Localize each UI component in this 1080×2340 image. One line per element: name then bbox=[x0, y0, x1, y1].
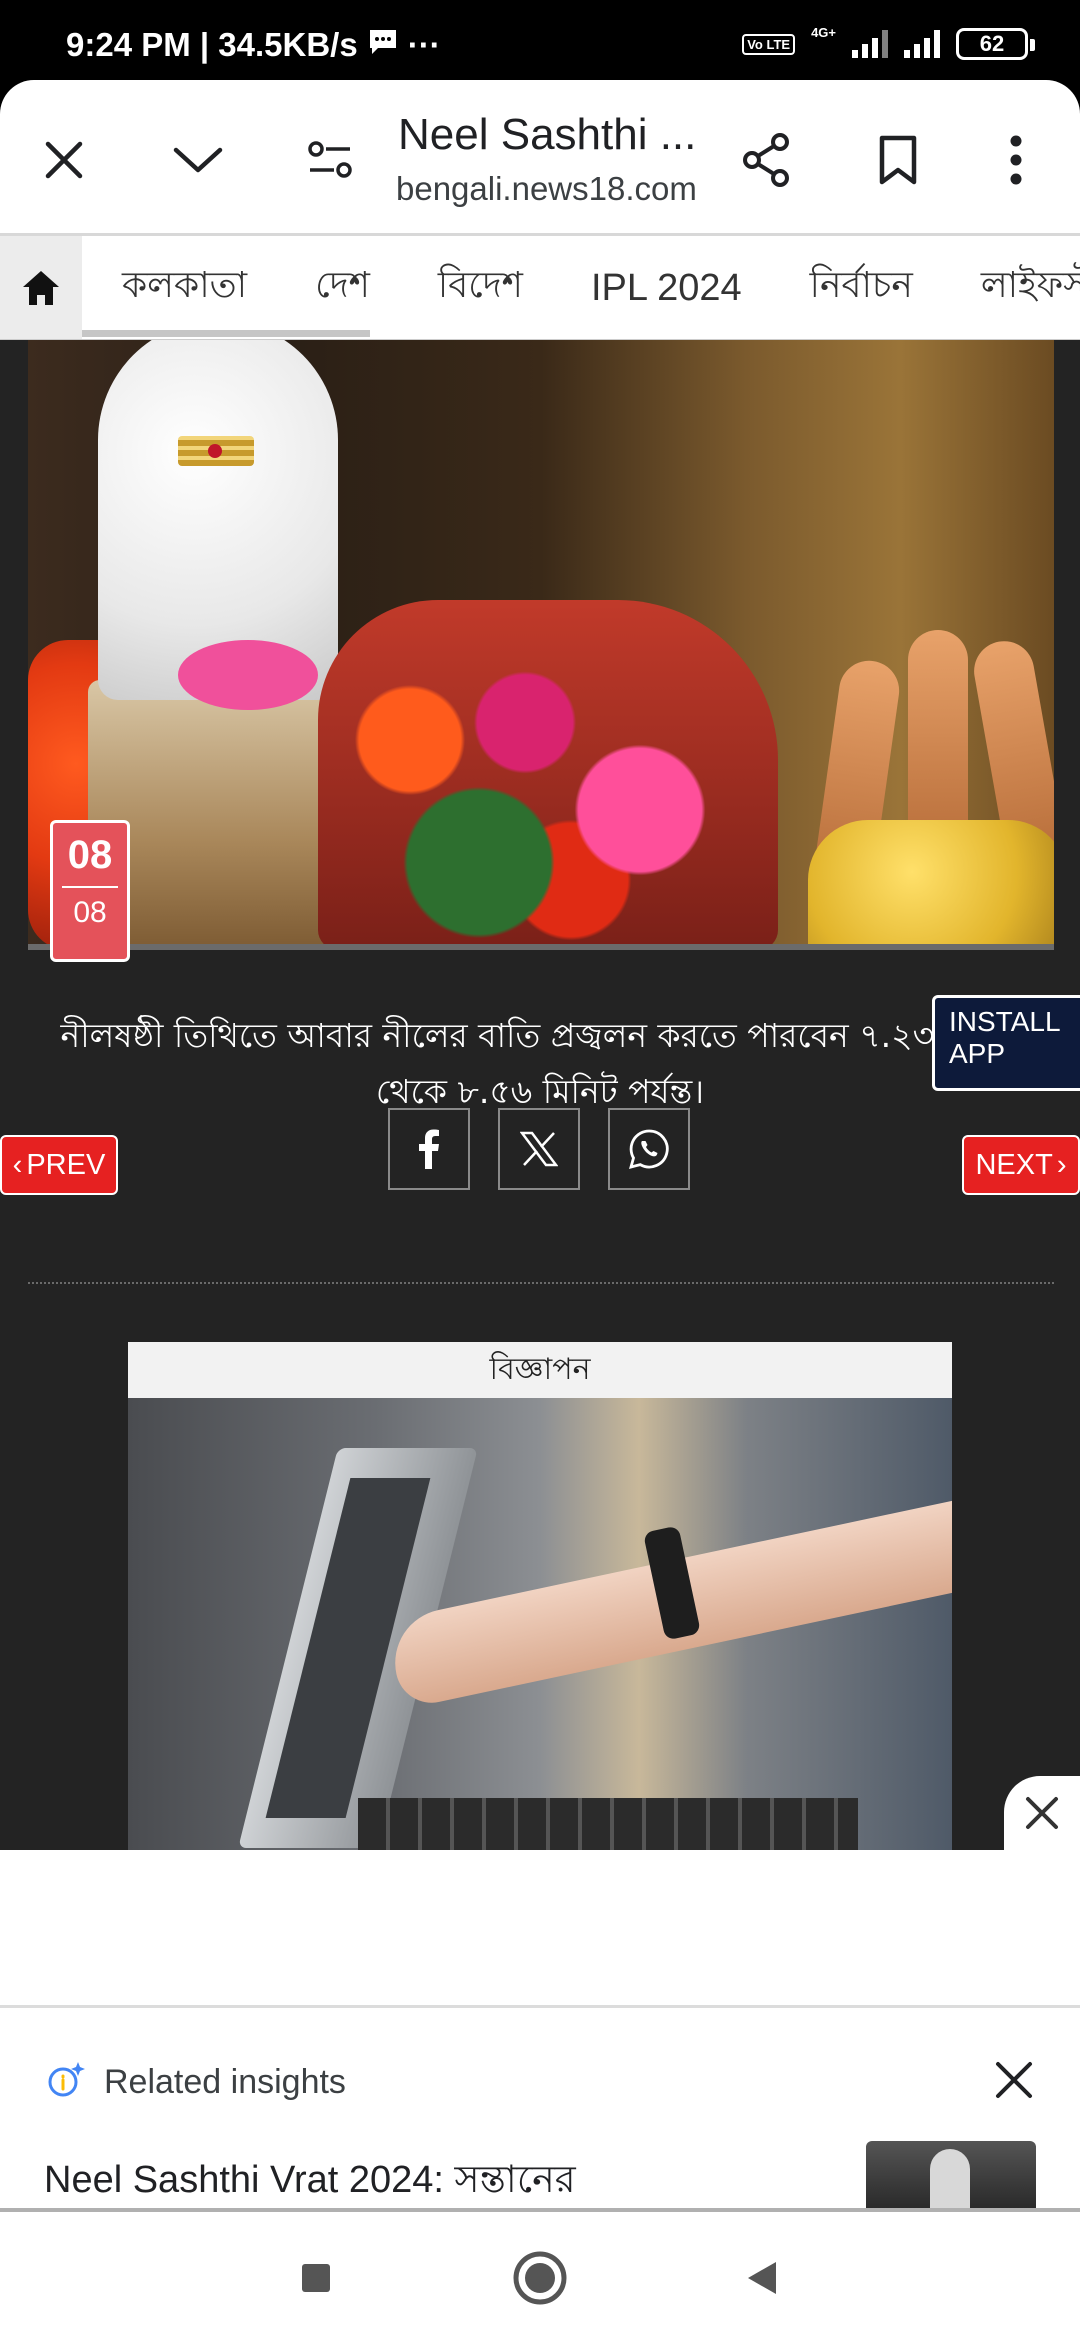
volte-icon: Vo LTE bbox=[742, 33, 796, 55]
next-button[interactable]: NEXT › bbox=[962, 1135, 1080, 1195]
signal-icon-sim2 bbox=[904, 30, 940, 58]
date-month: 08 bbox=[73, 896, 107, 929]
date-badge: 08 08 bbox=[50, 820, 130, 962]
back-icon[interactable] bbox=[732, 2248, 792, 2308]
home-nav-icon[interactable] bbox=[510, 2248, 570, 2308]
nav-item-ipl[interactable]: IPL 2024 bbox=[591, 267, 742, 310]
gallery-progress bbox=[28, 944, 1054, 950]
nav-items: কলকাতা দেশ বিদেশ IPL 2024 নির্বাচন লাইফস… bbox=[122, 236, 1080, 339]
ad-close-icon[interactable] bbox=[1004, 1776, 1080, 1850]
x-twitter-icon[interactable] bbox=[498, 1108, 580, 1190]
close-icon[interactable] bbox=[28, 124, 100, 196]
status-right: Vo LTE 4G+ 62 bbox=[742, 24, 1035, 60]
chevron-down-icon[interactable] bbox=[162, 124, 234, 196]
image-caption: নীলষষ্ঠী তিথিতে আবার নীলের বাতি প্রজ্বলন… bbox=[60, 1016, 1020, 1111]
status-time-speed: 9:24 PM | 34.5KB/s bbox=[66, 26, 358, 63]
facebook-icon[interactable] bbox=[388, 1108, 470, 1190]
insight-headline[interactable]: Neel Sashthi Vrat 2024: সন্তানের bbox=[44, 2150, 576, 2214]
status-left: 9:24 PM | 34.5KB/s ··· bbox=[66, 26, 441, 64]
ad-label: বিজ্ঞাপন bbox=[128, 1342, 952, 1398]
battery-level: 62 bbox=[979, 31, 1005, 56]
chevron-right-icon: › bbox=[1056, 1148, 1067, 1181]
nav-item-bidesh[interactable]: বিদেশ bbox=[438, 258, 523, 318]
recents-icon[interactable] bbox=[286, 2248, 346, 2308]
status-more: ··· bbox=[407, 26, 441, 63]
site-settings-icon[interactable] bbox=[294, 124, 366, 196]
home-icon[interactable] bbox=[0, 236, 82, 339]
nav-item-desh[interactable]: দেশ bbox=[315, 258, 370, 318]
nav-scroll-indicator bbox=[82, 330, 370, 337]
ad-banner-slot bbox=[0, 1850, 1080, 2005]
nav-item-kolkata[interactable]: কলকাতা bbox=[122, 258, 247, 318]
browser-toolbar: Neel Sashthi ... bengali.news18.com bbox=[0, 80, 1080, 236]
share-row bbox=[388, 1108, 690, 1190]
signal-icon-sim1 bbox=[852, 30, 888, 58]
install-app-button[interactable]: INSTALL APP bbox=[932, 995, 1080, 1091]
prev-button[interactable]: ‹ PREV bbox=[0, 1135, 118, 1195]
insights-title: Related insights bbox=[104, 2063, 346, 2101]
insight-thumbnail[interactable] bbox=[866, 2141, 1036, 2215]
related-insights-panel[interactable]: Related insights Neel Sashthi Vrat 2024:… bbox=[0, 2005, 1080, 2215]
date-day: 08 bbox=[67, 833, 113, 877]
prev-label: PREV bbox=[26, 1148, 106, 1181]
nav-item-election[interactable]: নির্বাচন bbox=[810, 258, 913, 318]
bookmark-icon[interactable] bbox=[862, 124, 934, 196]
gallery-image bbox=[28, 340, 1054, 950]
whatsapp-icon[interactable] bbox=[608, 1108, 690, 1190]
battery-icon: 62 bbox=[956, 28, 1035, 60]
message-icon bbox=[368, 26, 398, 64]
page-url[interactable]: bengali.news18.com bbox=[396, 170, 706, 208]
next-label: NEXT bbox=[975, 1148, 1053, 1181]
more-vert-icon[interactable] bbox=[980, 124, 1052, 196]
nav-item-lifestyle[interactable]: লাইফস্টাইল bbox=[981, 258, 1080, 318]
insights-icon bbox=[46, 2060, 86, 2105]
network-type: 4G+ bbox=[811, 24, 836, 40]
article-gallery: 08 08 নীলষষ্ঠী তিথিতে আবার নীলের বাতি প্… bbox=[0, 340, 1080, 1850]
ad-image[interactable] bbox=[128, 1398, 952, 1850]
insights-header: Related insights bbox=[46, 2060, 346, 2105]
page-title[interactable]: Neel Sashthi ... bbox=[398, 110, 698, 160]
insights-close-icon[interactable] bbox=[986, 2052, 1042, 2108]
divider bbox=[28, 1282, 1054, 1284]
advertisement[interactable]: বিজ্ঞাপন bbox=[128, 1342, 952, 1850]
system-nav-bar bbox=[0, 2208, 1080, 2340]
chevron-left-icon: ‹ bbox=[12, 1148, 23, 1181]
section-nav: কলকাতা দেশ বিদেশ IPL 2024 নির্বাচন লাইফস… bbox=[0, 236, 1080, 340]
share-icon[interactable] bbox=[730, 124, 802, 196]
